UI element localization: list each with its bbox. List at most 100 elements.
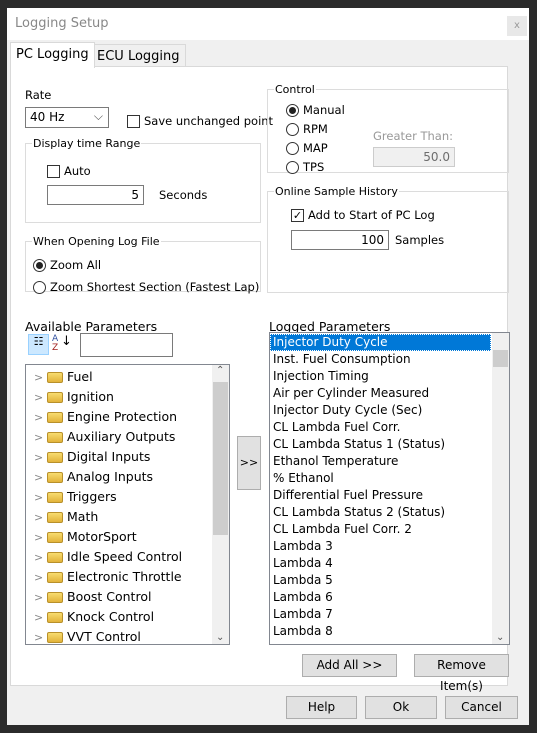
zoom-shortest-radio[interactable]: Zoom Shortest Section (Fastest Lap): [33, 280, 259, 294]
tps-label: TPS: [303, 160, 325, 174]
sort-az-icon[interactable]: A Z ↓: [52, 335, 72, 353]
tree-item[interactable]: > Fuel: [34, 367, 229, 387]
tree-item[interactable]: > Engine Protection: [34, 407, 229, 427]
auto-checkbox[interactable]: Auto: [47, 164, 91, 178]
radio-icon: [33, 259, 46, 272]
tree-item-label: Auxiliary Outputs: [67, 429, 176, 444]
tree-item[interactable]: > Triggers: [34, 487, 229, 507]
expand-chevron-icon[interactable]: >: [34, 588, 44, 608]
folder-icon: [47, 372, 63, 383]
list-item[interactable]: Lambda 5: [270, 572, 491, 589]
expand-chevron-icon[interactable]: >: [34, 448, 44, 468]
rpm-label: RPM: [303, 122, 328, 136]
list-item[interactable]: Injector Duty Cycle (Sec): [270, 402, 491, 419]
list-item[interactable]: Differential Fuel Pressure: [270, 487, 491, 504]
tree-item[interactable]: > MotorSport: [34, 527, 229, 547]
tree-item[interactable]: > Auxiliary Outputs: [34, 427, 229, 447]
help-button[interactable]: Help: [286, 696, 357, 719]
remove-items-button[interactable]: Remove Item(s): [414, 654, 509, 693]
tree-item[interactable]: > Idle Speed Control: [34, 547, 229, 567]
open-log-legend: When Opening Log File: [33, 235, 160, 248]
list-item[interactable]: Injector Duty Cycle: [270, 334, 491, 351]
scroll-thumb[interactable]: [493, 350, 508, 367]
samples-label: Samples: [395, 233, 445, 247]
list-item[interactable]: Lambda 8: [270, 623, 491, 640]
save-unchanged-label: Save unchanged point: [144, 114, 274, 128]
control-rpm-radio[interactable]: RPM: [286, 122, 328, 136]
scroll-down-icon[interactable]: ⌄: [496, 632, 504, 643]
move-to-logged-button[interactable]: >>: [237, 436, 261, 490]
radio-icon: [286, 142, 299, 155]
list-item[interactable]: % Ethanol: [270, 470, 491, 487]
scroll-thumb[interactable]: [213, 382, 228, 535]
expand-chevron-icon[interactable]: >: [34, 548, 44, 568]
map-label: MAP: [303, 141, 328, 155]
rate-value: 40 Hz: [30, 110, 65, 124]
expand-chevron-icon[interactable]: >: [34, 608, 44, 628]
tree-item[interactable]: > Boost Control: [34, 587, 229, 607]
expand-chevron-icon[interactable]: >: [34, 388, 44, 408]
available-parameters-label: Available Parameters: [25, 319, 158, 334]
tree-scrollbar[interactable]: ⌃ ⌄: [212, 365, 229, 644]
save-unchanged-checkbox[interactable]: Save unchanged point: [127, 114, 273, 128]
add-to-start-checkbox[interactable]: ✓ Add to Start of PC Log: [291, 208, 435, 222]
list-item[interactable]: CL Lambda Status 1 (Status): [270, 436, 491, 453]
list-item[interactable]: CL Lambda Fuel Corr. 2: [270, 521, 491, 538]
time-range-input[interactable]: 5: [47, 185, 144, 205]
control-manual-radio[interactable]: Manual: [286, 103, 345, 117]
expand-chevron-icon[interactable]: >: [34, 368, 44, 388]
control-map-radio[interactable]: MAP: [286, 141, 328, 155]
expand-chevron-icon[interactable]: >: [34, 428, 44, 448]
tree-item[interactable]: > Digital Inputs: [34, 447, 229, 467]
samples-input[interactable]: 100: [291, 230, 389, 250]
control-tps-radio[interactable]: TPS: [286, 160, 324, 174]
history-legend: Online Sample History: [275, 185, 398, 198]
zoom-all-radio[interactable]: Zoom All: [33, 258, 101, 272]
tab-ecu-logging[interactable]: ECU Logging: [91, 44, 186, 68]
add-all-button[interactable]: Add All >>: [302, 654, 397, 677]
scroll-up-icon[interactable]: ⌃: [216, 365, 224, 376]
folder-icon: [47, 432, 63, 443]
parameter-search-input[interactable]: [80, 333, 173, 357]
logging-setup-dialog: Logging Setup x PC Logging ECU Logging R…: [7, 8, 529, 725]
cancel-button[interactable]: Cancel: [445, 696, 518, 719]
list-item[interactable]: Ethanol Temperature: [270, 453, 491, 470]
list-item[interactable]: Lambda 6: [270, 589, 491, 606]
scroll-down-icon[interactable]: ⌄: [216, 632, 224, 643]
ok-button[interactable]: Ok: [365, 696, 437, 719]
list-item[interactable]: Lambda 7: [270, 606, 491, 623]
checkbox-icon: [47, 165, 60, 178]
expand-chevron-icon[interactable]: >: [34, 508, 44, 528]
list-item[interactable]: CL Lambda Status 2 (Status): [270, 504, 491, 521]
expand-chevron-icon[interactable]: >: [34, 628, 44, 644]
tree-item-label: Knock Control: [67, 609, 155, 624]
tree-item-label: Analog Inputs: [67, 469, 154, 484]
expand-chevron-icon[interactable]: >: [34, 468, 44, 488]
control-group: Control Manual RPM MAP TPS Greater Than:…: [267, 83, 509, 174]
categorized-view-icon[interactable]: ☷: [28, 334, 49, 355]
tree-item[interactable]: > Analog Inputs: [34, 467, 229, 487]
tree-item[interactable]: > Electronic Throttle: [34, 567, 229, 587]
tree-item-label: Engine Protection: [67, 409, 178, 424]
rate-select[interactable]: 40 Hz ⌵: [25, 107, 109, 128]
close-button[interactable]: x: [507, 16, 527, 36]
expand-chevron-icon[interactable]: >: [34, 568, 44, 588]
tree-item[interactable]: > VVT Control: [34, 627, 229, 644]
tree-item[interactable]: > Ignition: [34, 387, 229, 407]
list-item[interactable]: Inst. Fuel Consumption: [270, 351, 491, 368]
expand-chevron-icon[interactable]: >: [34, 488, 44, 508]
expand-chevron-icon[interactable]: >: [34, 528, 44, 548]
list-item[interactable]: Lambda 3: [270, 538, 491, 555]
list-item[interactable]: Injection Timing: [270, 368, 491, 385]
tab-pc-logging[interactable]: PC Logging: [10, 42, 95, 68]
title-bar: Logging Setup x: [7, 8, 529, 40]
list-item[interactable]: Air per Cylinder Measured: [270, 385, 491, 402]
list-item[interactable]: Lambda 4: [270, 555, 491, 572]
folder-icon: [47, 412, 63, 423]
expand-chevron-icon[interactable]: >: [34, 408, 44, 428]
tree-item[interactable]: > Math: [34, 507, 229, 527]
logged-scrollbar[interactable]: ⌄: [492, 333, 509, 644]
list-item[interactable]: CL Lambda Fuel Corr.: [270, 419, 491, 436]
tree-item-label: Math: [67, 509, 99, 524]
tree-item[interactable]: > Knock Control: [34, 607, 229, 627]
